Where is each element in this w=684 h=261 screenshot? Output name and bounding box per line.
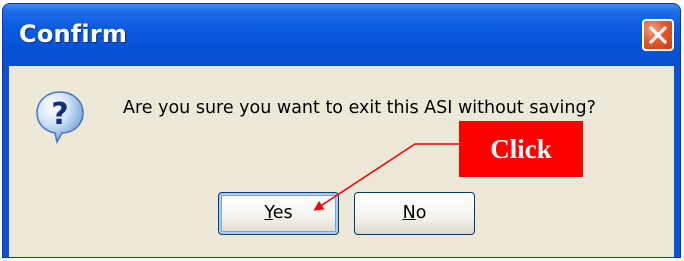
confirm-message: Are you sure you want to exit this ASI w… (123, 98, 596, 118)
dialog-title: Confirm (19, 20, 128, 48)
title-bar[interactable]: Confirm (3, 4, 680, 66)
yes-button[interactable]: Yes (218, 192, 339, 235)
no-mnemonic: N (402, 203, 416, 223)
svg-text:?: ? (51, 97, 68, 132)
close-icon (649, 26, 667, 44)
yes-label-rest: es (272, 203, 293, 223)
question-icon: ? (36, 91, 84, 144)
yes-mnemonic: Y (264, 203, 273, 223)
no-label-rest: o (415, 203, 427, 223)
click-annotation: Click (459, 121, 583, 177)
no-button[interactable]: No (354, 192, 475, 235)
close-button[interactable] (642, 19, 674, 51)
